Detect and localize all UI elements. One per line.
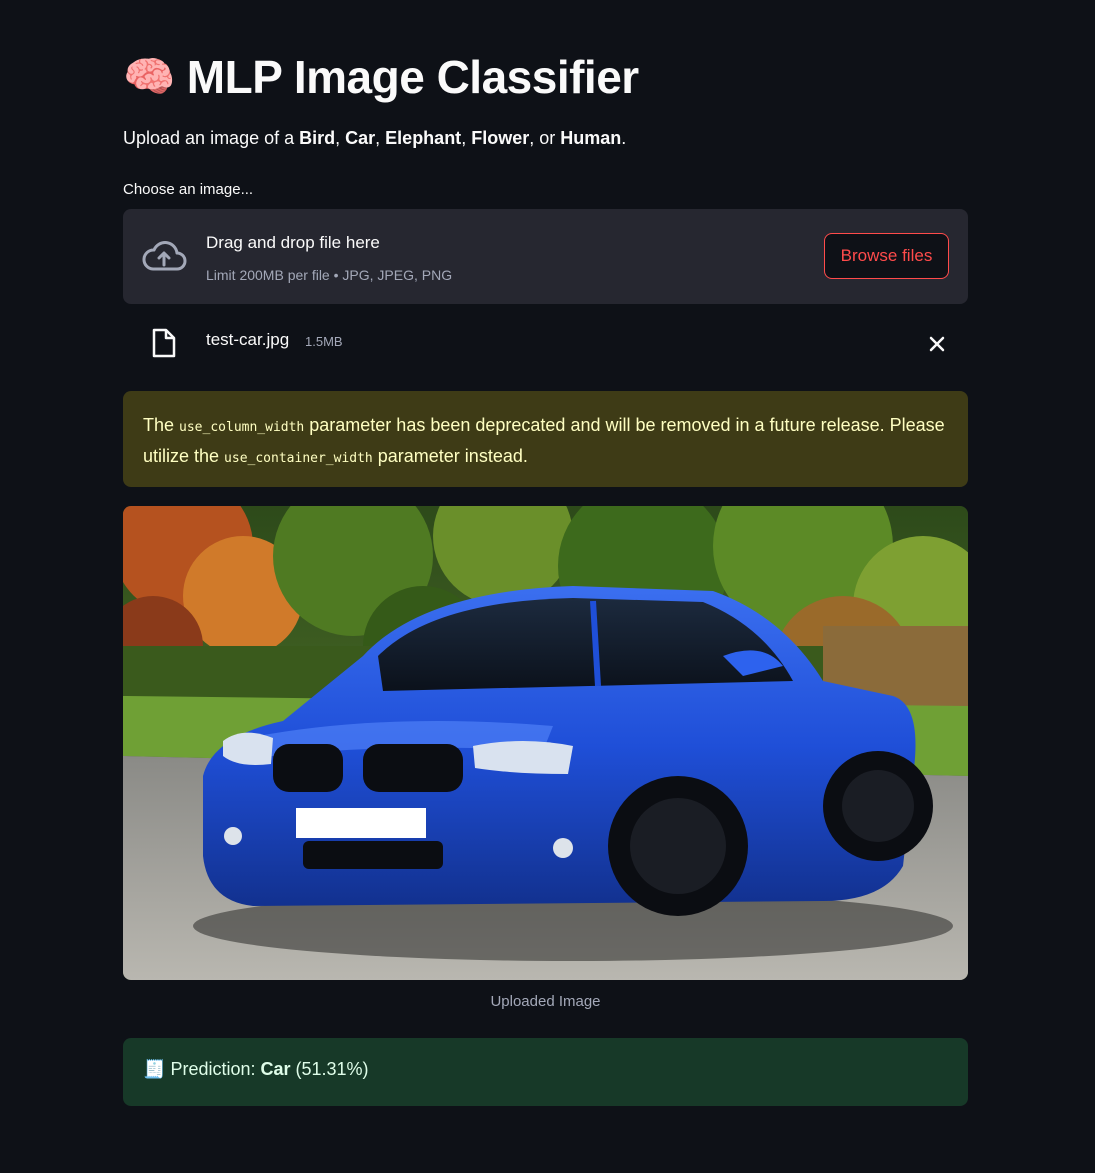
car-photo [123,506,968,980]
warning-text: The [143,415,180,435]
file-icon [152,328,176,358]
class-elephant: Elephant [385,128,462,148]
dropzone-title: Drag and drop file here [206,233,380,252]
intro-text: Upload an image of a Bird, Car, Elephant… [123,128,626,149]
file-size: 1.5MB [305,334,343,349]
receipt-icon: 🧾 [143,1059,166,1079]
file-dropzone[interactable]: Drag and drop file here Limit 200MB per … [123,209,968,304]
prediction-class: Car [260,1059,291,1079]
intro-prefix: Upload an image of a [123,128,300,148]
intro-separator: , [375,128,386,148]
page-title-text: MLP Image Classifier [186,51,639,103]
deprecation-warning: The use_column_width parameter has been … [123,391,968,487]
warning-text: parameter instead. [372,446,528,466]
browse-files-button[interactable]: Browse files [824,233,949,279]
image-caption: Uploaded Image [490,993,601,1010]
intro-separator: , [335,128,346,148]
class-car: Car [345,128,376,148]
file-name: test-car.jpg [206,330,290,349]
class-human: Human [560,128,622,148]
intro-separator: , or [529,128,561,148]
cloud-upload-icon [142,241,187,271]
warning-code-param: use_container_width [224,451,373,466]
prediction-result: 🧾 Prediction: Car (51.31%) [123,1038,968,1106]
class-bird: Bird [299,128,336,148]
uploaded-file-row: test-car.jpg 1.5MB [123,318,968,368]
uploaded-image [123,506,968,980]
close-icon[interactable] [927,334,947,354]
prediction-confidence: (51.31%) [295,1059,369,1079]
warning-code-param: use_column_width [179,420,305,435]
intro-suffix: . [621,128,627,148]
dropzone-limit: Limit 200MB per file • JPG, JPEG, PNG [206,267,453,283]
intro-separator: , [461,128,472,148]
prediction-label: Prediction: [170,1059,261,1079]
page-title: 🧠 MLP Image Classifier [123,42,639,112]
uploader-label: Choose an image... [123,181,254,198]
brain-icon: 🧠 [123,53,175,100]
class-flower: Flower [471,128,530,148]
